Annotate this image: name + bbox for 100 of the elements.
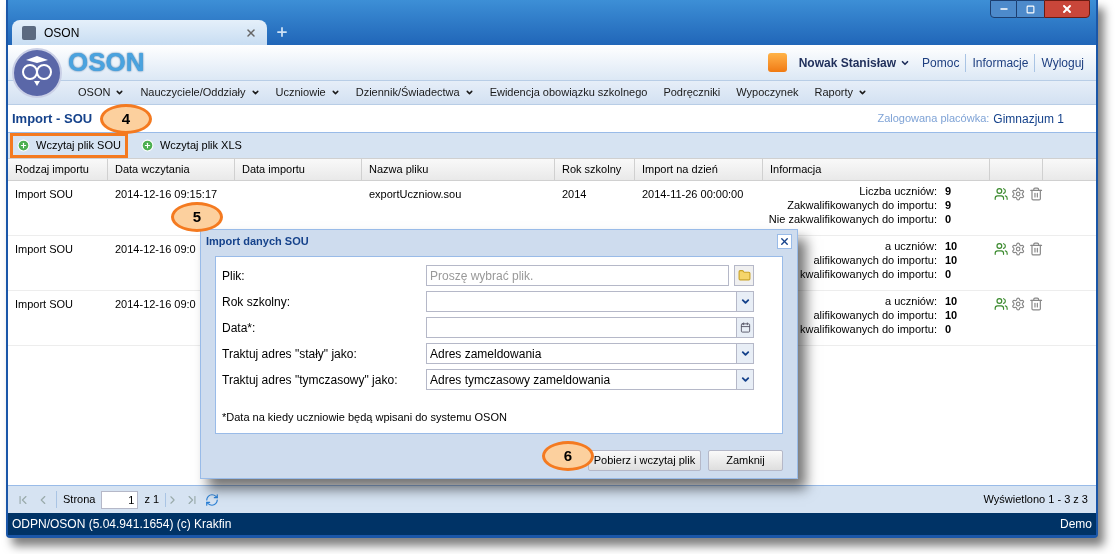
table-cell: 2014-12-16 09:0 [115,298,196,310]
menu-item[interactable]: Raporty [806,84,876,101]
page-count: z 1 [144,492,160,508]
table-cell: 2014-12-16 09:0 [115,243,196,255]
field-label: Data*: [222,319,257,337]
file-field[interactable]: Proszę wybrać plik. [426,265,729,286]
toolbar-button[interactable]: Wczytaj plik XLS [133,133,249,158]
info-label: Nie zakwalifikowanych do importu: [768,211,937,227]
dropdown-icon [739,296,751,307]
menu-item[interactable]: OSON [70,84,133,101]
menu-item[interactable]: Dziennik/Świadectwa [347,84,482,101]
menu-item[interactable]: Ewidencja obowiązku szkolnego [481,84,656,101]
caret-icon [115,88,125,97]
page-label: Strona [56,491,96,508]
info-value: 10 [945,293,958,309]
header-link[interactable]: Wyloguj [1034,53,1090,72]
caret-icon [858,88,868,97]
header-link[interactable]: Informacje [965,53,1035,72]
date-field[interactable] [426,317,754,338]
browser-tab[interactable]: OSON [12,20,267,45]
info-value: 10 [945,252,958,268]
caret-icon [464,88,474,97]
info-value: 0 [945,321,952,337]
info-label: Liczba uczniów: [859,183,937,199]
field-label: Traktuj adres "tymczasowy" jako: [222,371,399,389]
field-label: Plik: [222,267,246,285]
select-field[interactable]: Adres tymczasowy zameldowania [426,369,754,390]
close-tab-icon[interactable] [245,26,257,39]
toolbar-button[interactable]: Wczytaj plik SOU [10,133,128,158]
maximize-button[interactable] [1017,0,1044,18]
column-header[interactable]: Informacja [763,159,990,180]
menu-item[interactable]: Wypoczynek [728,84,807,101]
menu-item[interactable]: Podręczniki [655,84,729,101]
close-button[interactable] [777,233,792,249]
column-header[interactable]: Import na dzień [635,159,763,180]
gear-icon[interactable] [1011,241,1026,257]
caret-icon [330,88,340,97]
info-value: 9 [945,197,952,213]
select-field[interactable] [426,291,754,312]
maximize-icon [1026,4,1035,14]
info-label: kwalifikowanych do importu: [800,266,937,282]
pager-summary: Wyświetlono 1 - 3 z 3 [983,492,1088,508]
page-input[interactable]: 1 [101,490,139,509]
table-cell: Import SOU [15,298,74,310]
menu-item[interactable]: Nauczyciele/Oddziały [132,84,268,101]
info-label: alifikowanych do importu: [813,307,937,323]
column-header[interactable]: Nazwa pliku [362,159,555,180]
field-label: Traktuj adres "stały" jako: [222,345,358,363]
trash-icon[interactable] [1028,241,1043,257]
table-cell: exportUczniow.sou [369,188,462,200]
info-label: a uczniów: [885,293,937,309]
column-header[interactable]: Data importu [235,159,362,180]
facility-name: Gimnazjum 1 [993,110,1064,128]
trash-icon[interactable] [1028,186,1043,202]
gear-icon[interactable] [1011,186,1026,202]
gear-icon[interactable] [1011,296,1026,312]
dialog-button[interactable]: Pobierz i wczytaj plik [588,450,701,471]
users-icon[interactable] [994,241,1009,257]
refresh-icon[interactable] [205,492,220,507]
header-link[interactable]: Pomoc [916,53,966,72]
dropdown-icon [739,348,751,359]
table-cell: Import SOU [15,243,74,255]
column-header[interactable]: Data wczytania [108,159,235,180]
close-icon [1061,3,1073,15]
users-icon[interactable] [994,296,1009,312]
info-value: 9 [945,183,952,199]
page-title: Import - SOU [12,109,93,128]
add-icon [140,139,154,152]
users-icon[interactable] [994,186,1009,202]
minimize-button[interactable] [990,0,1017,18]
facility-label: Zalogowana placówka: [877,111,990,127]
browse-button[interactable] [734,265,754,286]
dialog-button[interactable]: Zamknij [708,450,783,471]
notification-icon[interactable] [767,53,787,72]
tab-title: OSON [44,24,81,42]
calendar-icon [739,322,751,333]
select-field[interactable]: Adres zameldowania [426,343,754,364]
close-window-button[interactable] [1044,0,1090,18]
app-name: OSON [68,46,145,79]
menu-item[interactable]: Uczniowie [267,84,348,101]
info-value: 10 [945,307,958,323]
info-value: 0 [945,211,952,227]
table-cell: 2014-11-26 00:00:00 [642,188,744,200]
field-label: Rok szkolny: [222,293,292,311]
dialog-note: *Data na kiedy uczniowie będą wpisani do systemu OSON [222,410,508,425]
new-tab-icon[interactable] [275,25,289,39]
info-value: 10 [945,238,958,254]
info-label: Zakwalifikowanych do importu: [787,197,937,213]
column-header[interactable]: Rodzaj importu [8,159,108,180]
info-value: 0 [945,266,952,282]
close-icon [779,235,790,247]
info-label: kwalifikowanych do importu: [800,321,937,337]
table-cell: Import SOU [15,188,74,200]
status-mode: Demo [1060,516,1092,533]
user-menu[interactable]: Nowak Stanisław [798,53,911,72]
dialog-title: Import danych SOU [206,233,309,249]
dropdown-icon [739,374,751,385]
table-cell: 2014 [562,188,587,200]
column-header[interactable]: Rok szkolny [555,159,635,180]
trash-icon[interactable] [1028,296,1043,312]
